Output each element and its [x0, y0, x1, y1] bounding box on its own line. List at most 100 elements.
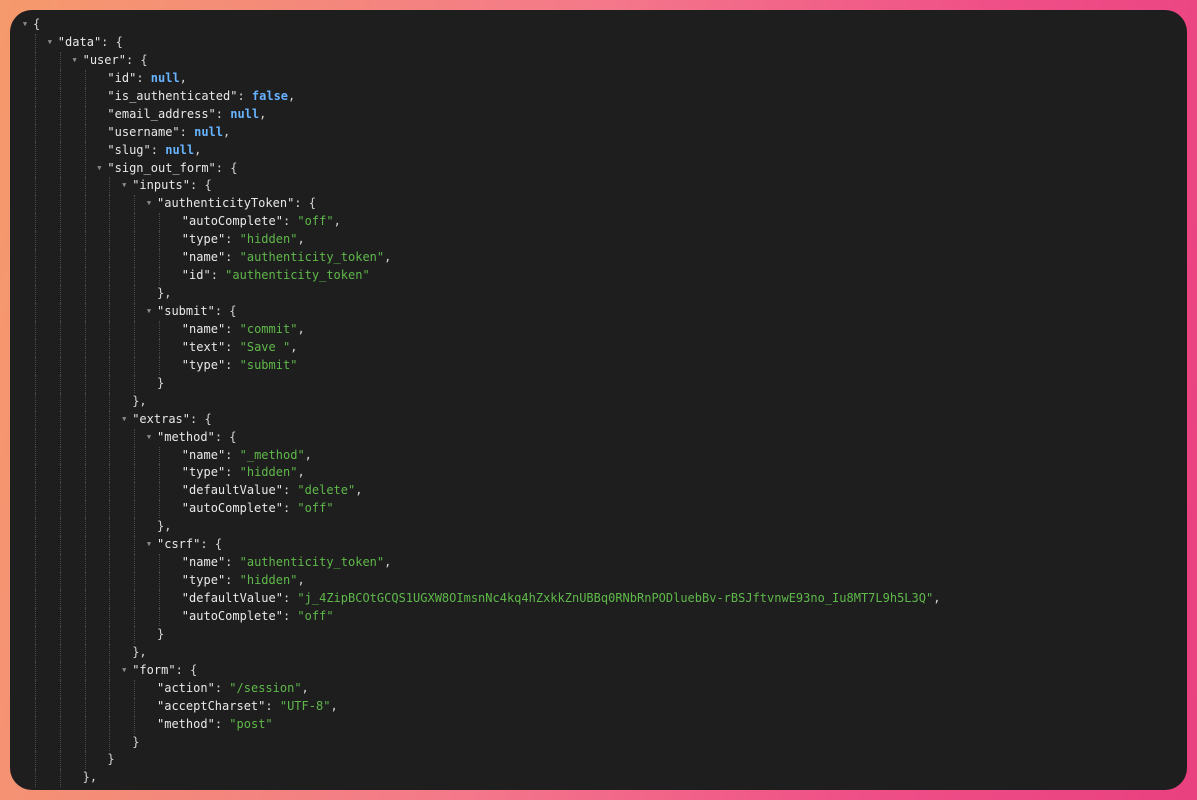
json-key: acceptCharset [164, 698, 259, 713]
json-bracket-text: } [107, 752, 115, 767]
json-comma: , [355, 483, 363, 498]
triangle-down-icon[interactable]: ▼ [70, 52, 80, 70]
json-line: ▼ "form": { [10, 661, 1187, 680]
json-bracket: { [33, 16, 40, 34]
indent-guide [35, 231, 36, 250]
json-line: }, [10, 392, 1187, 411]
triangle-down-icon[interactable]: ▼ [144, 429, 154, 447]
indent-guide [109, 374, 111, 393]
indent-guide [109, 464, 111, 483]
json-bracket-text: } [157, 626, 165, 641]
triangle-down-icon[interactable]: ▼ [144, 195, 154, 213]
json-bracket-text: }, [157, 286, 172, 301]
json-bracket-text: { [140, 52, 148, 67]
json-key: text [189, 339, 218, 354]
json-line: }, [10, 643, 1187, 662]
indent-guide [59, 428, 61, 447]
indent-guide [84, 446, 86, 465]
indent-guide [159, 320, 160, 339]
triangle-down-icon[interactable]: ▼ [144, 536, 154, 554]
json-entry: "defaultValue": "j_4ZipBCOtGCQS1UGXW8OIm… [181, 591, 941, 605]
json-bracket-text: } [132, 734, 140, 749]
json-bracket: }, [132, 393, 146, 411]
json-line: "name": "authenticity_token", [10, 554, 1187, 573]
json-entry: "authenticityToken": { [157, 196, 316, 211]
triangle-down-icon[interactable]: ▼ [119, 411, 129, 429]
indent-guide [59, 177, 61, 196]
indent-guide [35, 195, 36, 214]
triangle-down-icon[interactable]: ▼ [119, 662, 129, 680]
json-line: "type": "hidden", [10, 572, 1187, 590]
indent-guide [84, 697, 86, 716]
indent-guide [35, 159, 36, 178]
json-key: is_authenticated [114, 88, 231, 103]
json-key: form [139, 662, 169, 677]
json-entry: "type": "hidden", [181, 232, 305, 247]
indent-guide [134, 213, 136, 232]
json-string-value: submit [246, 357, 291, 372]
indent-guide [84, 320, 86, 339]
json-comma: , [297, 465, 305, 480]
indent-guide [159, 249, 160, 268]
json-line: ▼ "extras": { [10, 410, 1187, 429]
json-line: }, [10, 285, 1187, 303]
triangle-down-icon[interactable]: ▼ [45, 34, 55, 52]
triangle-down-icon[interactable]: ▼ [20, 16, 30, 34]
json-entry: "is_authenticated": false, [107, 88, 296, 103]
indent-guide [84, 643, 86, 662]
json-entry: "autoComplete": "off" [181, 501, 334, 516]
indent-guide [84, 590, 86, 608]
indent-guide [59, 374, 61, 393]
json-key: authenticityToken [164, 196, 288, 211]
json-comma: , [194, 142, 202, 157]
triangle-down-icon[interactable]: ▼ [94, 160, 104, 178]
indent-guide [35, 572, 36, 590]
indent-guide [35, 500, 36, 519]
json-entry: "inputs": { [132, 178, 212, 193]
indent-guide [134, 607, 136, 626]
indent-guide [84, 177, 86, 196]
json-string-value: off [304, 214, 327, 229]
indent-guide [109, 536, 111, 555]
json-line: ▼ "method": { [10, 428, 1187, 447]
indent-guide [35, 769, 36, 788]
indent-guide [134, 320, 136, 339]
indent-guide [109, 231, 111, 250]
indent-guide [84, 751, 86, 770]
json-bracket-text: } [157, 375, 165, 390]
indent-guide [84, 374, 86, 393]
json-key: slug [114, 142, 144, 157]
indent-guide [134, 572, 136, 590]
json-bracket-text: { [190, 662, 198, 677]
json-bracket-text: { [204, 178, 212, 193]
json-string-value: hidden [246, 573, 291, 588]
indent-guide [84, 536, 86, 555]
indent-guide [59, 267, 61, 286]
indent-guide [59, 303, 61, 321]
indent-guide [134, 697, 136, 716]
indent-guide [59, 500, 61, 519]
indent-guide [35, 249, 36, 268]
json-key: defaultValue [189, 483, 276, 498]
triangle-down-icon[interactable]: ▼ [119, 177, 129, 195]
indent-guide [84, 554, 86, 573]
indent-guide [35, 482, 36, 501]
json-key: action [164, 680, 208, 695]
indent-guide [109, 285, 111, 303]
json-key: autoComplete [189, 214, 276, 229]
json-line: "type": "submit" [10, 356, 1187, 375]
triangle-down-icon[interactable]: ▼ [144, 303, 154, 321]
indent-guide [109, 625, 111, 644]
json-entry: "email_address": null, [107, 106, 267, 121]
json-bracket: }, [132, 644, 146, 662]
json-comma: , [223, 124, 231, 139]
indent-guide [35, 607, 36, 626]
indent-guide [59, 231, 61, 250]
json-string-value: j_4ZipBCOtGCQS1UGXW8OImsnNc4kq4hZxkkZnUB… [304, 591, 926, 605]
json-key: username [114, 124, 173, 139]
indent-guide [84, 715, 86, 734]
json-comma: , [384, 250, 392, 265]
indent-guide [59, 410, 61, 429]
json-line: "slug": null, [10, 141, 1187, 160]
indent-guide [59, 643, 61, 662]
